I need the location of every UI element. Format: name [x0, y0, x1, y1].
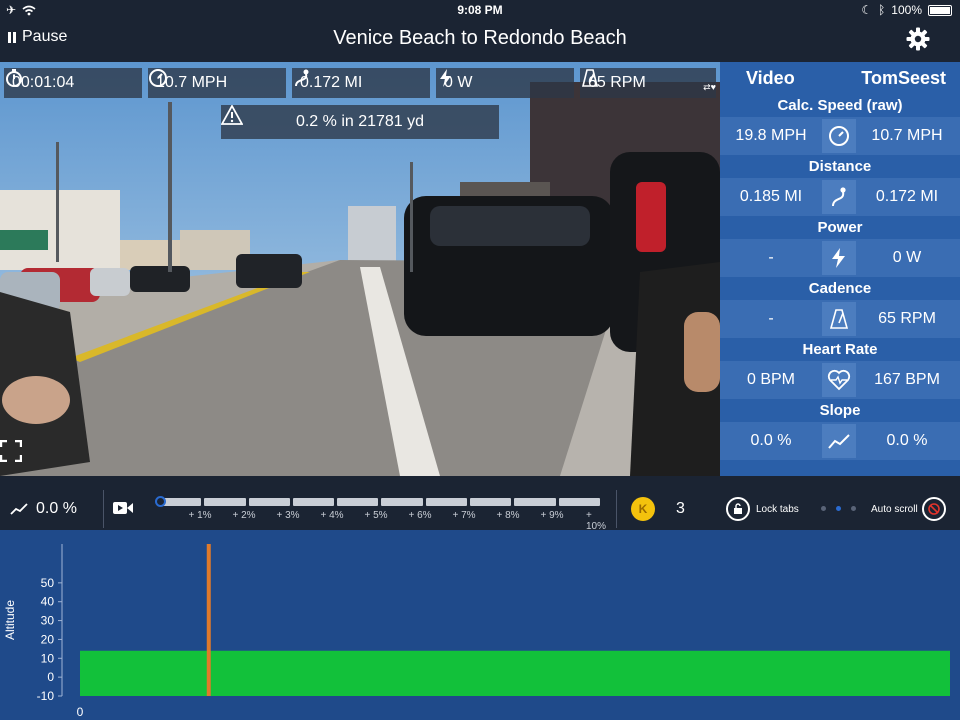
page-indicator[interactable] — [821, 506, 856, 511]
lightning-icon — [822, 241, 856, 275]
route-icon — [822, 180, 856, 214]
slope-tick-label: + 1% — [188, 510, 212, 521]
page-title: Venice Beach to Redondo Beach — [333, 27, 627, 49]
current-slope-value: 0.0 % — [36, 500, 77, 517]
control-strip: 0.0 % + 1% + 2% + 3% + 4% + 5% + 6% + 7% + 8% + … — [0, 488, 960, 532]
bluetooth-icon: ᛒ — [878, 3, 886, 17]
user-value: 0.172 MI — [875, 188, 939, 205]
battery-percent: 100% — [891, 3, 922, 17]
slope-tick-label: + 8% — [496, 510, 520, 521]
user-value: 0 W — [892, 249, 922, 266]
y-tick-label: 40 — [41, 595, 55, 609]
slope-tick-label: + 4% — [320, 510, 344, 521]
x-tick-label: 0 — [77, 705, 84, 719]
video-value: - — [768, 310, 774, 327]
lock-icon — [726, 497, 750, 521]
slope-tick-label: + 9% — [540, 510, 564, 521]
slope-ahead-text: 0.2 % in 21781 yd — [295, 113, 425, 130]
coin-icon: K — [631, 497, 655, 521]
metric-row: - 65 RPM — [720, 300, 960, 338]
y-tick-label: -10 — [37, 689, 55, 703]
lock-tabs-label: Lock tabs — [756, 503, 799, 515]
metric-label: Distance — [720, 155, 960, 178]
slope-scale-track[interactable] — [160, 498, 600, 506]
video-value: 0 BPM — [746, 371, 795, 388]
metric-label: Power — [720, 216, 960, 239]
metric-row: 0.185 MI 0.172 MI — [720, 178, 960, 216]
video-column-label: Video — [746, 67, 795, 88]
user-column-label: TomSeest — [861, 67, 946, 88]
slope-tick-label: + 5% — [364, 510, 388, 521]
video-value: 0.185 MI — [739, 188, 803, 205]
user-value: 0.0 % — [886, 432, 928, 449]
video-camera-icon[interactable] — [112, 500, 134, 516]
current-slope: 0.0 % — [10, 500, 77, 518]
distance-box: 0.172 MI — [292, 68, 430, 98]
y-axis-label: Altitude — [3, 600, 17, 640]
slope-tick-label: + 6% — [408, 510, 432, 521]
slope-icon — [822, 424, 856, 458]
slope-ahead-box: 0.2 % in 21781 yd — [221, 105, 499, 139]
route-icon — [295, 69, 309, 87]
panel-header: Video TomSeest — [720, 62, 960, 94]
battery-icon — [928, 4, 952, 16]
auto-scroll-label: Auto scroll — [871, 503, 918, 515]
speed-box: 10.7 MPH — [148, 68, 286, 98]
lightning-icon — [440, 69, 451, 87]
status-time: 9:08 PM — [457, 3, 503, 17]
stopwatch-icon — [6, 69, 22, 87]
elapsed-time-box: 00:01:04 — [4, 68, 142, 98]
altitude-chart[interactable]: 50 40 30 20 10 0 -10 0 Altitude — [0, 530, 960, 720]
metric-label: Slope — [720, 399, 960, 422]
slope-icon — [10, 503, 28, 515]
slope-scale-knob[interactable] — [155, 496, 166, 507]
user-value: 65 RPM — [878, 310, 936, 327]
metric-row: 19.8 MPH 10.7 MPH — [720, 117, 960, 155]
y-tick-label: 0 — [47, 670, 54, 684]
metronome-icon — [581, 69, 599, 87]
video-value: 0.0 % — [750, 432, 792, 449]
nav-bar: Pause Venice Beach to Redondo Beach — [0, 20, 960, 60]
slope-tick-label: + 10% — [585, 510, 607, 532]
metric-row: 0 BPM 167 BPM — [720, 361, 960, 399]
auto-scroll-off-icon — [921, 497, 946, 521]
sync-heart-icon: ⇄♥ — [703, 82, 716, 92]
coin-count: 3 — [676, 500, 685, 517]
metrics-panel: Video TomSeest Calc. Speed (raw) 19.8 MPH… — [720, 62, 960, 476]
metric-label: Cadence — [720, 277, 960, 300]
y-tick-label: 10 — [41, 651, 55, 665]
fullscreen-icon[interactable] — [0, 440, 22, 462]
video-value: 19.8 MPH — [735, 127, 807, 144]
video-view[interactable]: 00:01:04 10.7 MPH 0.172 MI 0 W 65 RPM ⇄♥… — [0, 62, 720, 476]
warning-icon — [221, 105, 243, 125]
speedometer-icon — [822, 119, 856, 153]
y-tick-label: 20 — [41, 632, 55, 646]
altitude-chart-plot: 50 40 30 20 10 0 -10 0 Altitude — [3, 544, 950, 719]
lock-tabs-button[interactable]: Lock tabs — [726, 497, 799, 521]
status-bar: ✈ 9:08 PM ☾ ᛒ 100% — [0, 0, 960, 20]
metric-row: - 0 W — [720, 239, 960, 277]
metronome-icon — [822, 302, 856, 336]
gear-icon[interactable] — [906, 27, 930, 51]
video-value: - — [768, 249, 774, 266]
metric-label: Calc. Speed (raw) — [720, 94, 960, 117]
user-value: 10.7 MPH — [871, 127, 943, 144]
auto-scroll-button[interactable]: Auto scroll — [871, 497, 946, 521]
slope-tick-label: + 3% — [276, 510, 300, 521]
speedometer-icon — [149, 69, 167, 87]
metric-label: Heart Rate — [720, 338, 960, 361]
power-box: 0 W — [436, 68, 574, 98]
heart-icon — [822, 363, 856, 397]
position-marker — [206, 544, 211, 696]
slope-tick-label: + 7% — [452, 510, 476, 521]
y-tick-label: 50 — [41, 576, 55, 590]
cadence-box: 65 RPM — [580, 68, 716, 98]
y-tick-label: 30 — [41, 614, 55, 628]
metric-row: 0.0 % 0.0 % — [720, 422, 960, 460]
moon-icon: ☾ — [861, 3, 873, 17]
user-value: 167 BPM — [874, 371, 940, 388]
slope-tick-label: + 2% — [232, 510, 256, 521]
